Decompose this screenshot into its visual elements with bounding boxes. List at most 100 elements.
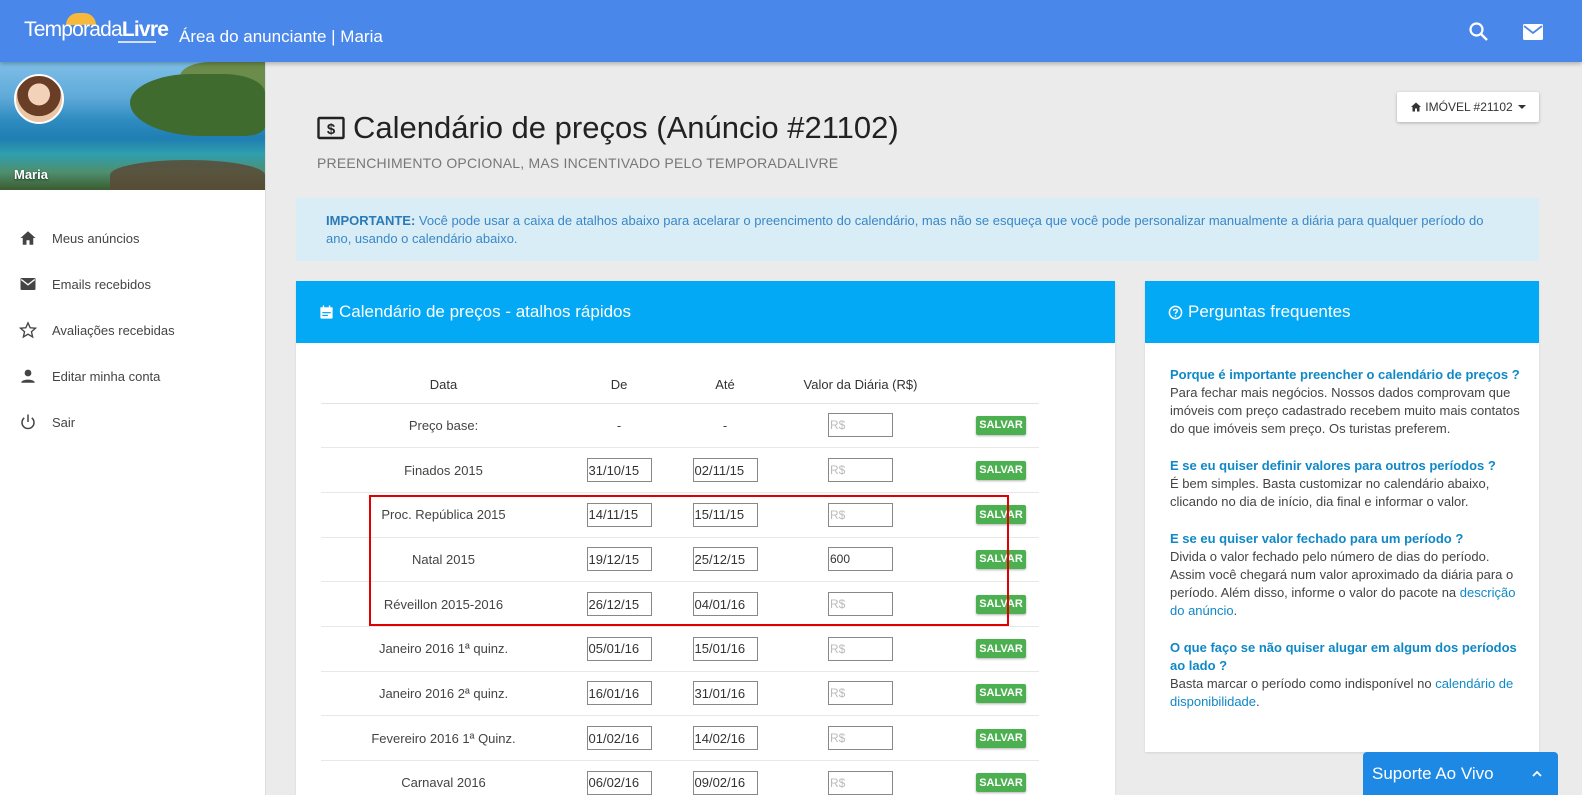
table-row: Preço base: - - SALVAR (321, 403, 1039, 449)
row-label: Fevereiro 2016 1ª Quinz. (321, 715, 566, 761)
start-date-input[interactable] (586, 681, 652, 706)
save-button[interactable]: SALVAR (976, 773, 1026, 793)
save-button[interactable]: SALVAR (976, 460, 1026, 480)
end-date-input[interactable] (692, 770, 758, 795)
faq-card-header: Perguntas frequentes (1145, 281, 1539, 343)
faq-answer-end: . (1233, 603, 1238, 618)
table-row: Natal 2015 SALVAR (321, 537, 1039, 583)
faq-answer: Para fechar mais negócios. Nossos dados … (1170, 385, 1520, 436)
end-date-input[interactable] (692, 547, 758, 572)
end-date-input[interactable] (692, 502, 758, 527)
start-date-input[interactable] (586, 458, 652, 483)
save-button[interactable]: SALVAR (976, 505, 1026, 525)
row-label: Réveillon 2015-2016 (321, 581, 566, 627)
faq-question[interactable]: Porque é importante preencher o calendár… (1170, 366, 1525, 384)
start-date-input[interactable] (586, 502, 652, 527)
start-date-input[interactable] (586, 547, 652, 572)
column-header-de: De (566, 366, 672, 404)
price-input[interactable] (828, 770, 893, 795)
table-row: Fevereiro 2016 1ª Quinz. SALVAR (321, 715, 1039, 761)
start-date-input[interactable] (586, 726, 652, 751)
sidebar-item-label: Emails recebidos (52, 276, 151, 292)
imovel-dropdown-label: IMÓVEL #21102 (1425, 100, 1513, 114)
faq-question[interactable]: O que faço se não quiser alugar em algum… (1170, 639, 1525, 675)
save-button[interactable]: SALVAR (976, 683, 1026, 703)
live-support-widget[interactable]: Suporte Ao Vivo (1363, 752, 1558, 795)
price-input[interactable] (828, 592, 893, 617)
start-date-input[interactable] (586, 592, 652, 617)
sidebar-nav: Meus anúncios Emails recebidos Avaliaçõe… (0, 215, 265, 445)
mail-icon[interactable] (1521, 20, 1545, 44)
faq-item: E se eu quiser definir valores para outr… (1170, 457, 1525, 511)
row-label: Finados 2015 (321, 447, 566, 493)
save-button[interactable]: SALVAR (976, 549, 1026, 569)
search-icon[interactable] (1467, 20, 1491, 44)
faq-item: Porque é importante preencher o calendár… (1170, 366, 1525, 438)
alert-text: Você pode usar a caixa de atalhos abaixo… (326, 213, 1484, 246)
sidebar: Maria Meus anúncios Emails recebidos Ava… (0, 62, 266, 795)
save-button[interactable]: SALVAR (976, 594, 1026, 614)
shortcuts-card-title: Calendário de preços - atalhos rápidos (339, 302, 632, 321)
faq-card: Perguntas frequentes Porque é importante… (1145, 281, 1539, 752)
profile-banner: Maria (0, 62, 265, 190)
row-label: Proc. República 2015 (321, 492, 566, 538)
avatar[interactable] (14, 74, 64, 124)
row-label: Preço base: (321, 403, 566, 449)
page-subtitle: PREENCHIMENTO OPCIONAL, MAS INCENTIVADO … (317, 155, 839, 171)
price-input[interactable] (828, 413, 893, 438)
column-header-valor: Valor da Diária (R$) (778, 366, 943, 404)
column-header-data: Data (321, 366, 566, 404)
faq-question[interactable]: E se eu quiser definir valores para outr… (1170, 457, 1525, 475)
profile-name: Maria (14, 167, 48, 182)
table-row: Finados 2015 SALVAR (321, 447, 1039, 493)
save-button[interactable]: SALVAR (976, 415, 1026, 435)
help-circle-icon (1168, 305, 1183, 319)
column-header-ate: Até (672, 366, 778, 404)
row-label: Janeiro 2016 2ª quinz. (321, 671, 566, 717)
start-date-input[interactable] (586, 636, 652, 661)
table-row: Proc. República 2015 SALVAR (321, 492, 1039, 538)
sidebar-item-label: Editar minha conta (52, 368, 161, 384)
save-button[interactable]: SALVAR (976, 639, 1026, 659)
prices-table: Data De Até Valor da Diária (R$) Preço b… (321, 366, 1039, 795)
end-date-input[interactable] (692, 681, 758, 706)
price-input[interactable] (828, 636, 893, 661)
sidebar-item-emails[interactable]: Emails recebidos (0, 261, 265, 307)
svg-text:$: $ (327, 121, 336, 138)
logo-underline (118, 41, 156, 43)
sidebar-item-meus-anuncios[interactable]: Meus anúncios (0, 215, 265, 261)
imovel-dropdown-button[interactable]: IMÓVEL #21102 (1397, 92, 1539, 122)
price-input[interactable] (828, 681, 893, 706)
table-header-row: Data De Até Valor da Diária (R$) (321, 366, 1039, 404)
caret-down-icon (1517, 105, 1526, 109)
faq-answer-end: . (1256, 694, 1260, 709)
save-button[interactable]: SALVAR (976, 728, 1026, 748)
sidebar-item-sair[interactable]: Sair (0, 399, 265, 445)
sidebar-item-editar-conta[interactable]: Editar minha conta (0, 353, 265, 399)
faq-item: E se eu quiser valor fechado para um per… (1170, 530, 1525, 620)
sidebar-item-label: Avaliações recebidas (52, 322, 175, 338)
end-date-input[interactable] (692, 458, 758, 483)
end-date-input[interactable] (692, 636, 758, 661)
end-date-input[interactable] (692, 592, 758, 617)
calendar-icon (320, 304, 333, 319)
table-row: Carnaval 2016 SALVAR (321, 760, 1039, 795)
faq-answer: É bem simples. Basta customizar no calen… (1170, 476, 1490, 509)
faq-question[interactable]: E se eu quiser valor fechado para um per… (1170, 530, 1525, 548)
top-bar: TemporadaLivre Área do anunciante | Mari… (0, 0, 1582, 62)
start-date-input[interactable] (586, 770, 652, 795)
faq-answer: Divida o valor fechado pelo número de di… (1170, 548, 1525, 620)
faq-card-title: Perguntas frequentes (1188, 302, 1351, 321)
logo[interactable]: TemporadaLivre (24, 18, 169, 42)
price-input[interactable] (828, 726, 893, 751)
faq-answer: Basta marcar o período como indisponível… (1170, 675, 1525, 711)
end-date-input[interactable] (692, 726, 758, 751)
logo-text-part1: Temporada (24, 18, 123, 41)
price-input[interactable] (828, 458, 893, 483)
price-input[interactable] (828, 502, 893, 527)
row-label: Janeiro 2016 1ª quinz. (321, 626, 566, 672)
price-input[interactable] (828, 547, 893, 572)
sidebar-item-avaliacoes[interactable]: Avaliações recebidas (0, 307, 265, 353)
shortcuts-card-header: Calendário de preços - atalhos rápidos (296, 281, 1115, 343)
star-icon (19, 321, 37, 339)
